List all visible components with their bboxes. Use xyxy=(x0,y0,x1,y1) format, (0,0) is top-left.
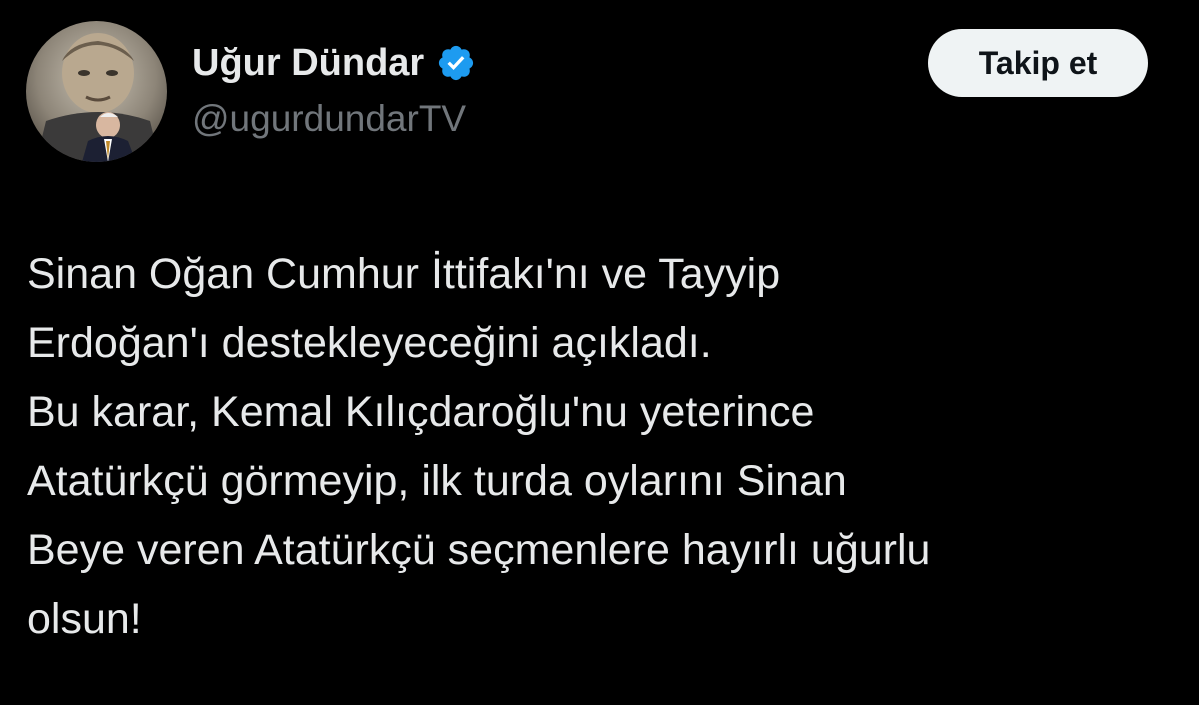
tweet-text-line: Atatürkçü görmeyip, ilk turda oylarını S… xyxy=(27,457,847,505)
follow-button[interactable]: Takip et xyxy=(928,29,1148,97)
tweet-text-line: Erdoğan'ı destekleyeceğini açıkladı. xyxy=(27,319,712,367)
tweet-card: Uğur Dündar @ugurdundarTV Takip et Sinan… xyxy=(0,0,1199,705)
portrait-avatar-icon xyxy=(26,21,167,162)
tweet-text-line: olsun! xyxy=(27,595,142,643)
author-handle[interactable]: @ugurdundarTV xyxy=(192,98,466,140)
display-name[interactable]: Uğur Dündar xyxy=(192,42,424,85)
tweet-text-line: Beye veren Atatürkçü seçmenlere hayırlı … xyxy=(27,526,931,574)
author-name-row[interactable]: Uğur Dündar xyxy=(192,38,476,88)
tweet-text-line: Bu karar, Kemal Kılıçdaroğlu'nu yeterinc… xyxy=(27,388,815,436)
tweet-text: Sinan Oğan Cumhur İttifakı'nı ve Tayyip … xyxy=(27,240,1177,654)
avatar[interactable] xyxy=(26,21,167,162)
verified-badge-icon xyxy=(439,45,474,81)
tweet-text-line: Sinan Oğan Cumhur İttifakı'nı ve Tayyip xyxy=(27,250,781,298)
